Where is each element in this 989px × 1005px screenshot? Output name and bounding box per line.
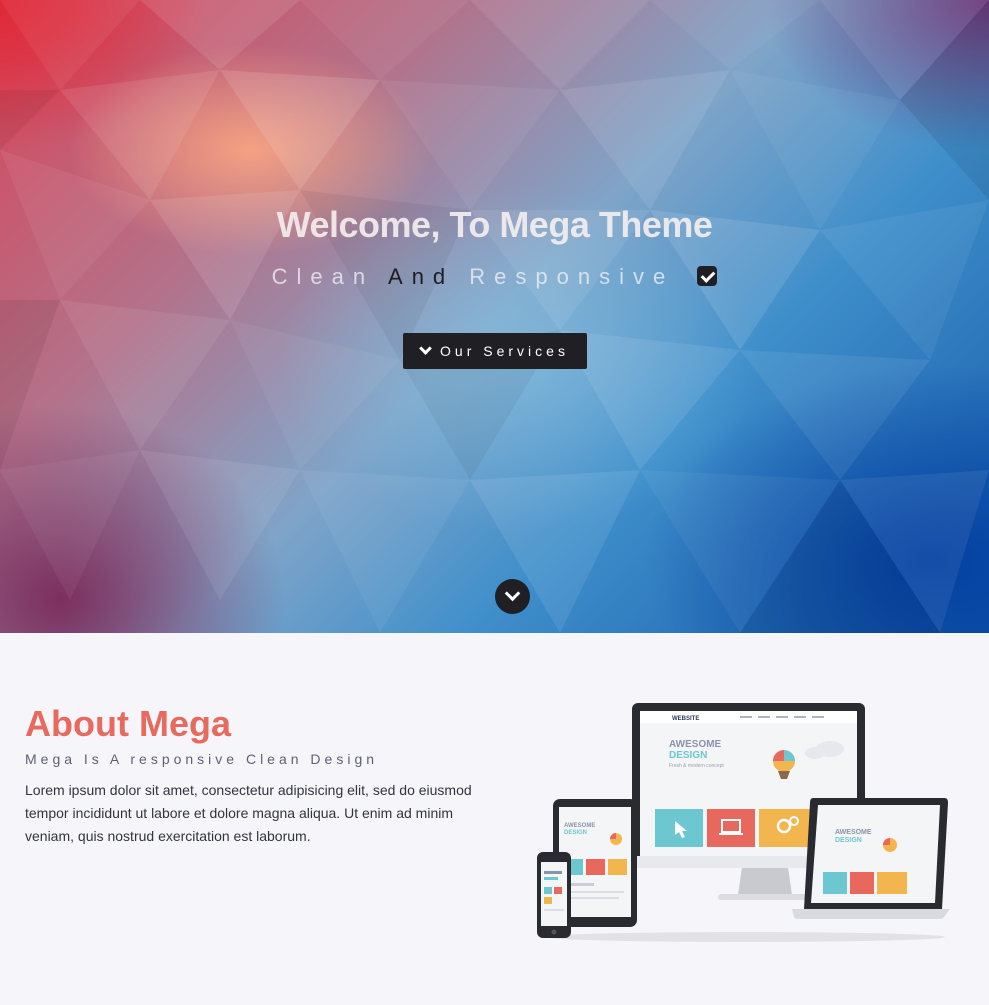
hero-content: Welcome, To Mega Theme Clean And Respons… — [0, 0, 989, 633]
monitor-tagline: Fresh & modern concept — [669, 763, 724, 769]
hero-section: Welcome, To Mega Theme Clean And Respons… — [0, 0, 989, 633]
about-subtitle: Mega Is A responsive Clean Design — [25, 751, 379, 767]
about-description: Lorem ipsum dolor sit amet, consectetur … — [25, 782, 472, 844]
hero-subtitle-word-and: And — [388, 264, 455, 289]
our-services-button[interactable]: Our Services — [403, 333, 587, 369]
chevron-down-icon — [419, 342, 432, 355]
about-section: About Mega Mega Is A responsive Clean De… — [0, 633, 989, 1005]
about-title: About Mega — [25, 703, 231, 744]
svg-text:DESIGN: DESIGN — [835, 837, 862, 844]
monitor-brand-text: WEBSITE — [672, 716, 699, 722]
monitor-headline-2: DESIGN — [669, 750, 707, 761]
svg-text:DESIGN: DESIGN — [564, 830, 587, 836]
phone-illustration — [537, 852, 571, 938]
laptop-illustration: AWESOME DESIGN — [792, 798, 950, 919]
check-square-icon — [697, 266, 718, 286]
hero-subtitle-word-clean: Clean — [271, 264, 375, 289]
hero-subtitle-word-responsive: Responsive — [469, 264, 675, 289]
svg-text:AWESOME: AWESOME — [564, 823, 595, 829]
scroll-down-button[interactable] — [495, 579, 530, 614]
monitor-headline-1: AWESOME — [669, 739, 722, 750]
hero-title: Welcome, To Mega Theme — [276, 204, 713, 245]
hero-subtitle: Clean And Responsive — [0, 264, 989, 290]
our-services-button-label: Our Services — [440, 343, 569, 359]
svg-text:AWESOME: AWESOME — [835, 829, 872, 836]
responsive-devices-illustration: WEBSITE AWESOME DESIGN Fresh & modern co… — [537, 703, 950, 942]
